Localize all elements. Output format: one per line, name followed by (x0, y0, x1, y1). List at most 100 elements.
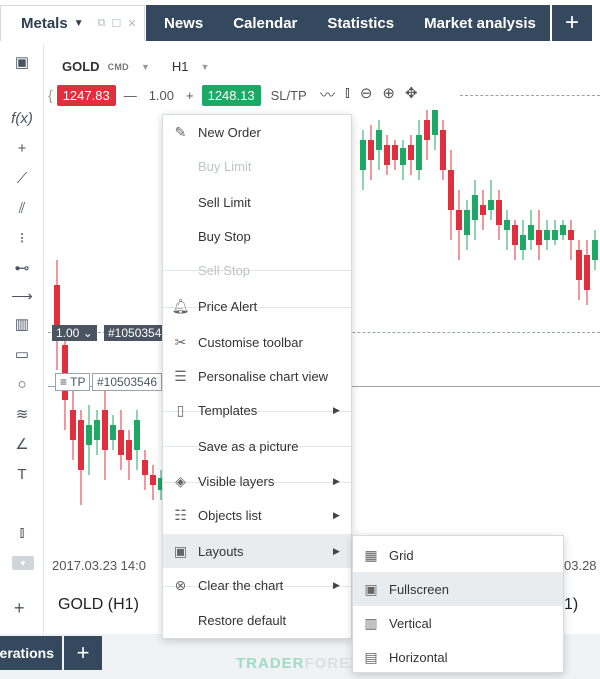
menu-item-label: Objects list (198, 507, 262, 523)
nav-market-analysis[interactable]: Market analysis (424, 15, 536, 32)
horizontal-line-icon[interactable]: ⊷ (8, 256, 36, 280)
buy-button[interactable]: 1248.13 (201, 84, 261, 106)
menu-item-visible-layers[interactable]: ◈ Visible layers ▶ (163, 464, 351, 498)
bottom-tab[interactable]: erations (0, 636, 62, 670)
menu-item-save-as-a-picture[interactable]: Save as a picture (163, 429, 351, 463)
trade-bar: { 1247.83 — 1.00 + 1248.13 SL/TP (48, 84, 307, 106)
volume-icon[interactable]: ▥ (8, 312, 36, 336)
collapse-toolbar-button[interactable]: ▼ (12, 556, 34, 570)
caret-down-icon[interactable]: ▼ (201, 62, 210, 72)
candle-body (448, 170, 454, 210)
tp-id-tag[interactable]: #10503546 (92, 373, 163, 391)
increase-button[interactable]: + (182, 88, 198, 103)
menu-item-sell-stop: Sell Stop (163, 253, 351, 287)
zoom-out-icon[interactable]: ⊖ (360, 84, 373, 105)
vertical-line-icon[interactable]: ⁝ (8, 226, 36, 250)
timeframe-label[interactable]: H1 (172, 59, 189, 74)
candle-body (110, 425, 116, 440)
layouts-submenu: ▦ Grid ▣ Fullscreen ▥ Vertical ▤ Horizontal (352, 535, 564, 673)
layout-option-fullscreen[interactable]: ▣ Fullscreen (353, 572, 563, 606)
candle-body (456, 210, 462, 230)
candle-body (504, 220, 510, 230)
order-volume-tag[interactable]: 1.00 ⌄ (52, 325, 97, 341)
candle-body (488, 200, 494, 210)
menu-item-personalise-chart-view[interactable]: ☰ Personalise chart view (163, 359, 351, 393)
popout-icon[interactable]: ⧉ (98, 17, 106, 30)
chart-type-icon[interactable]: ▣ (8, 50, 36, 74)
menu-item-clear-the-chart[interactable]: ⊗ Clear the chart ▶ (163, 568, 351, 602)
candle-body (552, 230, 558, 240)
candle-body (78, 420, 84, 470)
trendline-icon[interactable]: ⟋ (8, 166, 36, 190)
candle-body (544, 230, 550, 240)
decrease-button[interactable]: — (120, 88, 141, 103)
drawing-toolbar: ▣ f(x) + ⟋ ⫽ ⁝ ⊷ ⟶ ▥ ▭ ○ ≋ ∠ T ⫾ (0, 44, 44, 634)
crosshair-icon[interactable]: + (8, 136, 36, 160)
fibonacci-icon[interactable]: ≋ (8, 402, 36, 426)
menu-item-label: Sell Stop (198, 262, 251, 278)
candle-body (560, 225, 566, 235)
order-id-tag[interactable]: #1050354 (104, 325, 166, 341)
candle-body (512, 225, 518, 245)
tp-tag[interactable]: ≡ TP (55, 373, 91, 391)
menu-item-new-order[interactable]: ✎ New Order (163, 115, 351, 149)
menu-item-buy-stop[interactable]: Buy Stop (163, 219, 351, 253)
caret-down-icon[interactable]: ▼ (141, 62, 150, 72)
candle-body (150, 475, 156, 485)
symbol-label[interactable]: GOLD (62, 59, 100, 74)
candle-body (584, 255, 590, 290)
submenu-arrow-icon: ▶ (333, 404, 340, 415)
angle-icon[interactable]: ∠ (8, 432, 36, 456)
menu-item-label: Buy Stop (198, 228, 251, 244)
menu-item-objects-list[interactable]: ☷ Objects list ▶ (163, 498, 351, 532)
candlestick-icon[interactable]: ⫾ (345, 84, 350, 105)
submenu-arrow-icon: ▶ (333, 545, 340, 556)
candle-body (536, 230, 542, 245)
volume-input[interactable]: 1.00 (145, 88, 178, 103)
sliders-icon: ☰ (174, 367, 187, 384)
window-icon[interactable]: ☐ (111, 17, 121, 30)
line-chart-icon[interactable]: 〰 (320, 84, 335, 105)
text-icon[interactable]: T (8, 462, 36, 486)
caret-down-icon[interactable]: ▼ (74, 18, 84, 29)
nav-statistics[interactable]: Statistics (327, 15, 394, 32)
sltp-button[interactable]: SL/TP (271, 88, 307, 103)
menu-item-label: Personalise chart view (198, 368, 329, 384)
sell-button[interactable]: 1247.83 (56, 84, 116, 106)
order-volume: 1.00 (56, 326, 80, 340)
layout-option-grid[interactable]: ▦ Grid (353, 538, 563, 572)
menu-item-layouts[interactable]: ▣ Layouts ▶ (163, 534, 351, 568)
layout-option-vertical[interactable]: ▥ Vertical (353, 606, 563, 640)
bottom-add-button[interactable]: + (64, 636, 102, 670)
channel-icon[interactable]: ⫽ (8, 196, 36, 220)
layout-option-horizontal[interactable]: ▤ Horizontal (353, 640, 563, 674)
date-label-right: 03.28 (564, 558, 597, 573)
move-icon[interactable]: ✥ (405, 84, 418, 105)
nav-news[interactable]: News (164, 15, 203, 32)
candle-body (496, 200, 502, 225)
add-chart-icon[interactable]: + (14, 598, 25, 619)
zoom-in-icon[interactable]: ⊕ (382, 84, 395, 105)
close-icon[interactable]: ✕ (127, 17, 136, 30)
menu-item-restore-default[interactable]: Restore default (163, 603, 351, 637)
nav-calendar[interactable]: Calendar (233, 15, 297, 32)
workspace-tab[interactable]: Metals ▼ ⧉ ☐ ✕ (0, 5, 145, 41)
candle-body (576, 250, 582, 280)
menu-item-price-alert[interactable]: 🔔︎ Price Alert (163, 289, 351, 323)
function-icon[interactable]: f(x) (8, 106, 36, 130)
menu-item-sell-limit[interactable]: Sell Limit (163, 185, 351, 219)
top-bar: Metals ▼ ⧉ ☐ ✕ News Calendar Statistics … (0, 0, 600, 44)
main-nav: News Calendar Statistics Market analysis (146, 5, 550, 41)
menu-item-templates[interactable]: ▯ Templates ▶ (163, 393, 351, 427)
layout-option-label: Horizontal (389, 649, 448, 665)
tp-label: TP (70, 375, 86, 389)
rectangle-icon[interactable]: ▭ (8, 342, 36, 366)
circle-icon[interactable]: ○ (8, 372, 36, 396)
brace-icon: { (48, 87, 53, 103)
add-tab-button[interactable]: + (552, 5, 592, 41)
menu-item-customise-toolbar[interactable]: ✂ Customise toolbar (163, 325, 351, 359)
candles-icon[interactable]: ⫾ (8, 520, 36, 544)
candle-body (432, 110, 438, 135)
candle-body (472, 195, 478, 220)
ray-icon[interactable]: ⟶ (8, 284, 36, 308)
